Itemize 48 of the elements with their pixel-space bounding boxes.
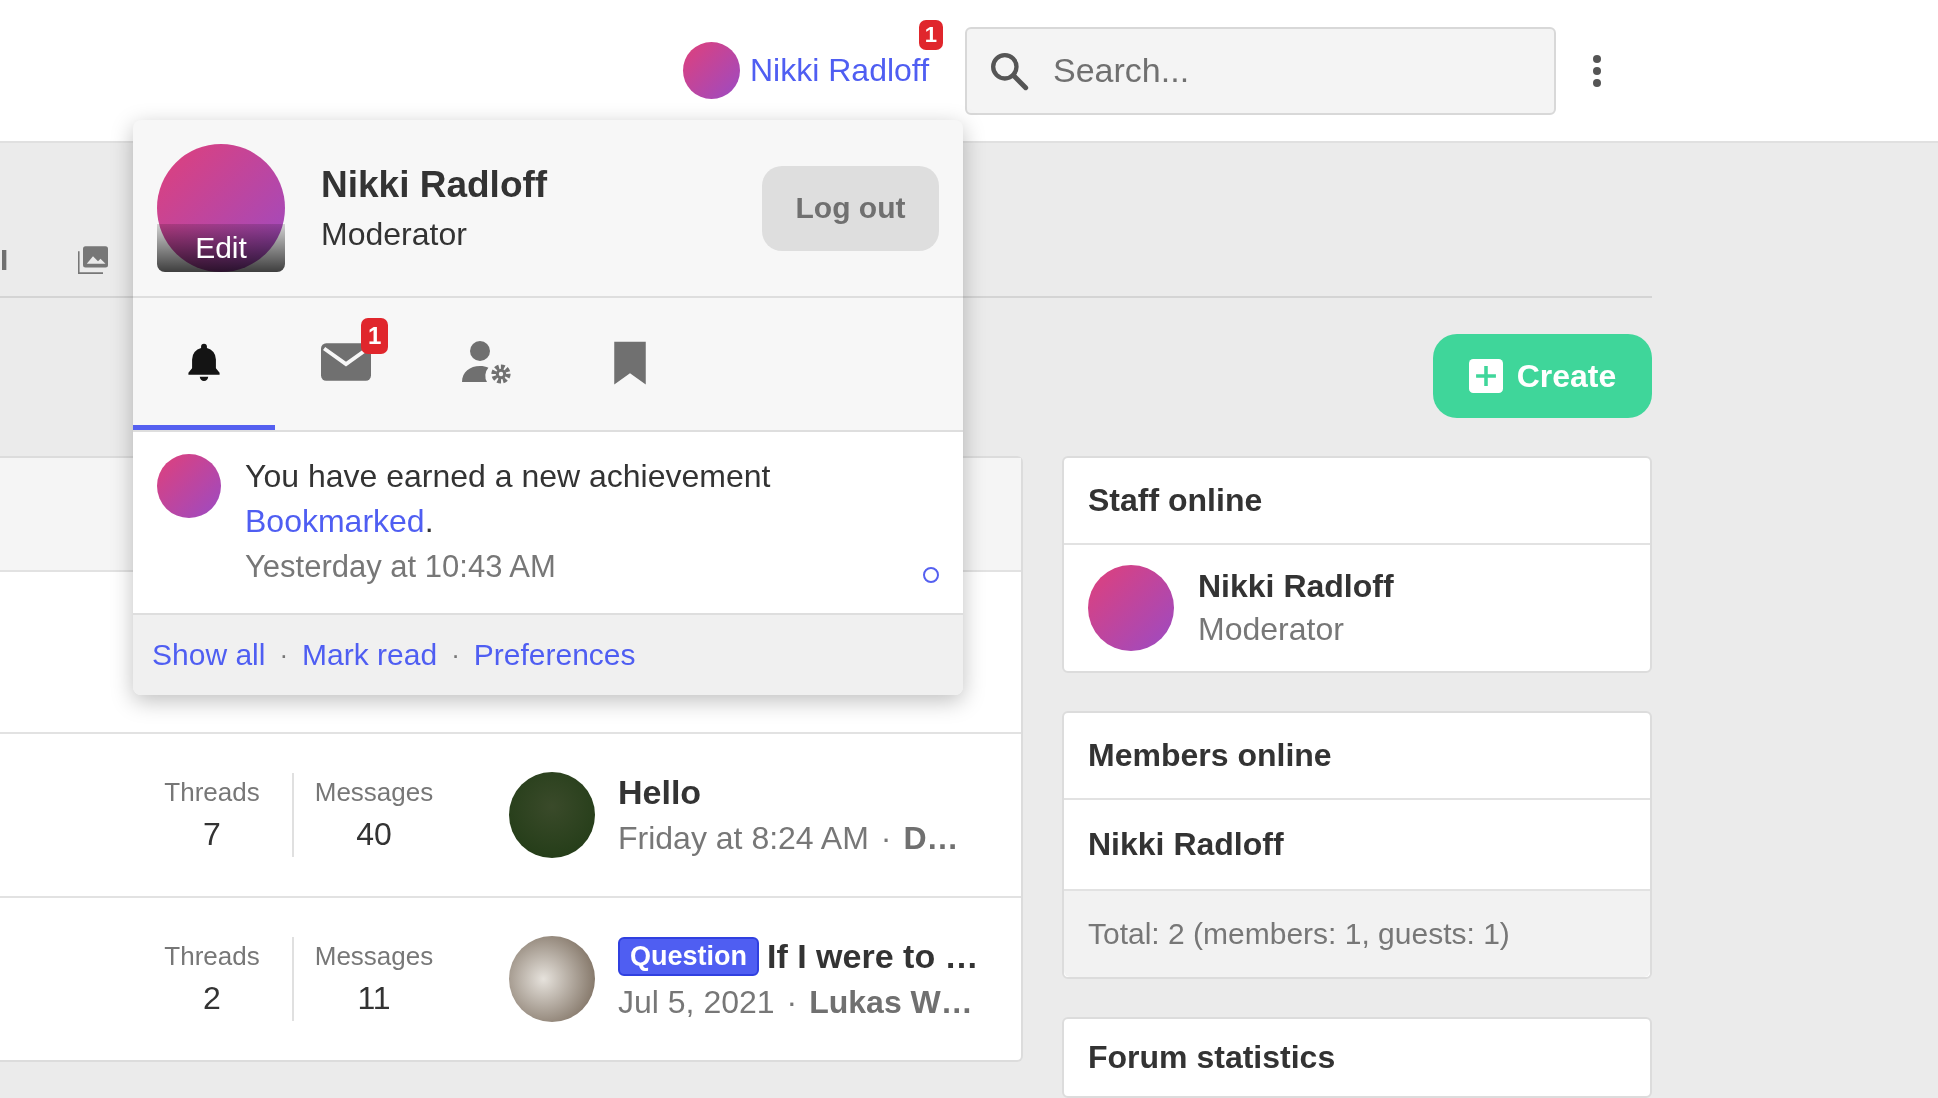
user-gear-icon [462, 339, 514, 384]
stat-label: Threads [164, 941, 260, 972]
user-name: Nikki Radloff [321, 163, 549, 206]
notification-text: You have earned a new achievement Bookmarked. [245, 457, 772, 541]
footer-link[interactable]: Preferences [473, 638, 636, 672]
separator-dot: · [279, 639, 289, 671]
stat-value: 7 [203, 816, 221, 853]
stat-value: 40 [356, 816, 392, 853]
separator-dot: · [880, 820, 892, 857]
card-title: Members online [1064, 713, 1650, 800]
author-name[interactable]: Lukas W… [809, 984, 973, 1021]
edit-avatar-button[interactable]: Edit [157, 224, 285, 272]
notification-time: Yesterday at 10:43 AM [245, 548, 557, 586]
card-title: Staff online [1064, 458, 1650, 545]
stat-label: Messages [314, 941, 434, 972]
plus-icon [1468, 359, 1503, 393]
user-role: Moderator [321, 215, 468, 253]
thread-title-link[interactable]: Hello [618, 773, 702, 812]
image-icon[interactable] [78, 245, 109, 274]
online-total: Total: 2 (members: 1, guests: 1) [1064, 891, 1650, 977]
footer-link[interactable]: Show all [152, 638, 266, 672]
more-menu-icon[interactable] [1592, 54, 1603, 87]
post-date: Jul 5, 2021 [618, 984, 775, 1021]
unread-marker-icon[interactable] [923, 567, 939, 583]
footer-link[interactable]: Mark read [302, 638, 438, 672]
member-name[interactable]: Nikki Radloff [1198, 568, 1394, 605]
avatar-circle [683, 42, 740, 99]
separator-dot: · [451, 639, 460, 671]
logout-button[interactable]: Log out [762, 165, 939, 251]
search-icon [989, 50, 1030, 91]
separator-dot: · [786, 984, 798, 1021]
nav-tab[interactable]: I [0, 242, 9, 277]
card-title: Forum statistics [1087, 1038, 1337, 1077]
member-role: Moderator [1198, 611, 1345, 648]
author-name[interactable]: D… [903, 820, 959, 857]
notification-badge: 1 [918, 20, 944, 50]
stat-label: Threads [164, 777, 260, 808]
envelope-icon [321, 342, 371, 381]
post-date: Friday at 8:24 AM [618, 820, 869, 857]
search-field[interactable]: Search... [965, 26, 1557, 115]
stat-label: Messages [314, 777, 434, 808]
thread-prefix-label[interactable]: Question [618, 937, 759, 976]
stat-value: 2 [203, 980, 221, 1017]
stat-value: 11 [357, 980, 391, 1017]
achievement-link[interactable]: Bookmarked [245, 503, 425, 539]
popup-tab[interactable]: 1 [275, 298, 417, 430]
notification-badge: 1 [361, 318, 389, 354]
thread-title-link[interactable]: If I were to … [767, 937, 979, 976]
